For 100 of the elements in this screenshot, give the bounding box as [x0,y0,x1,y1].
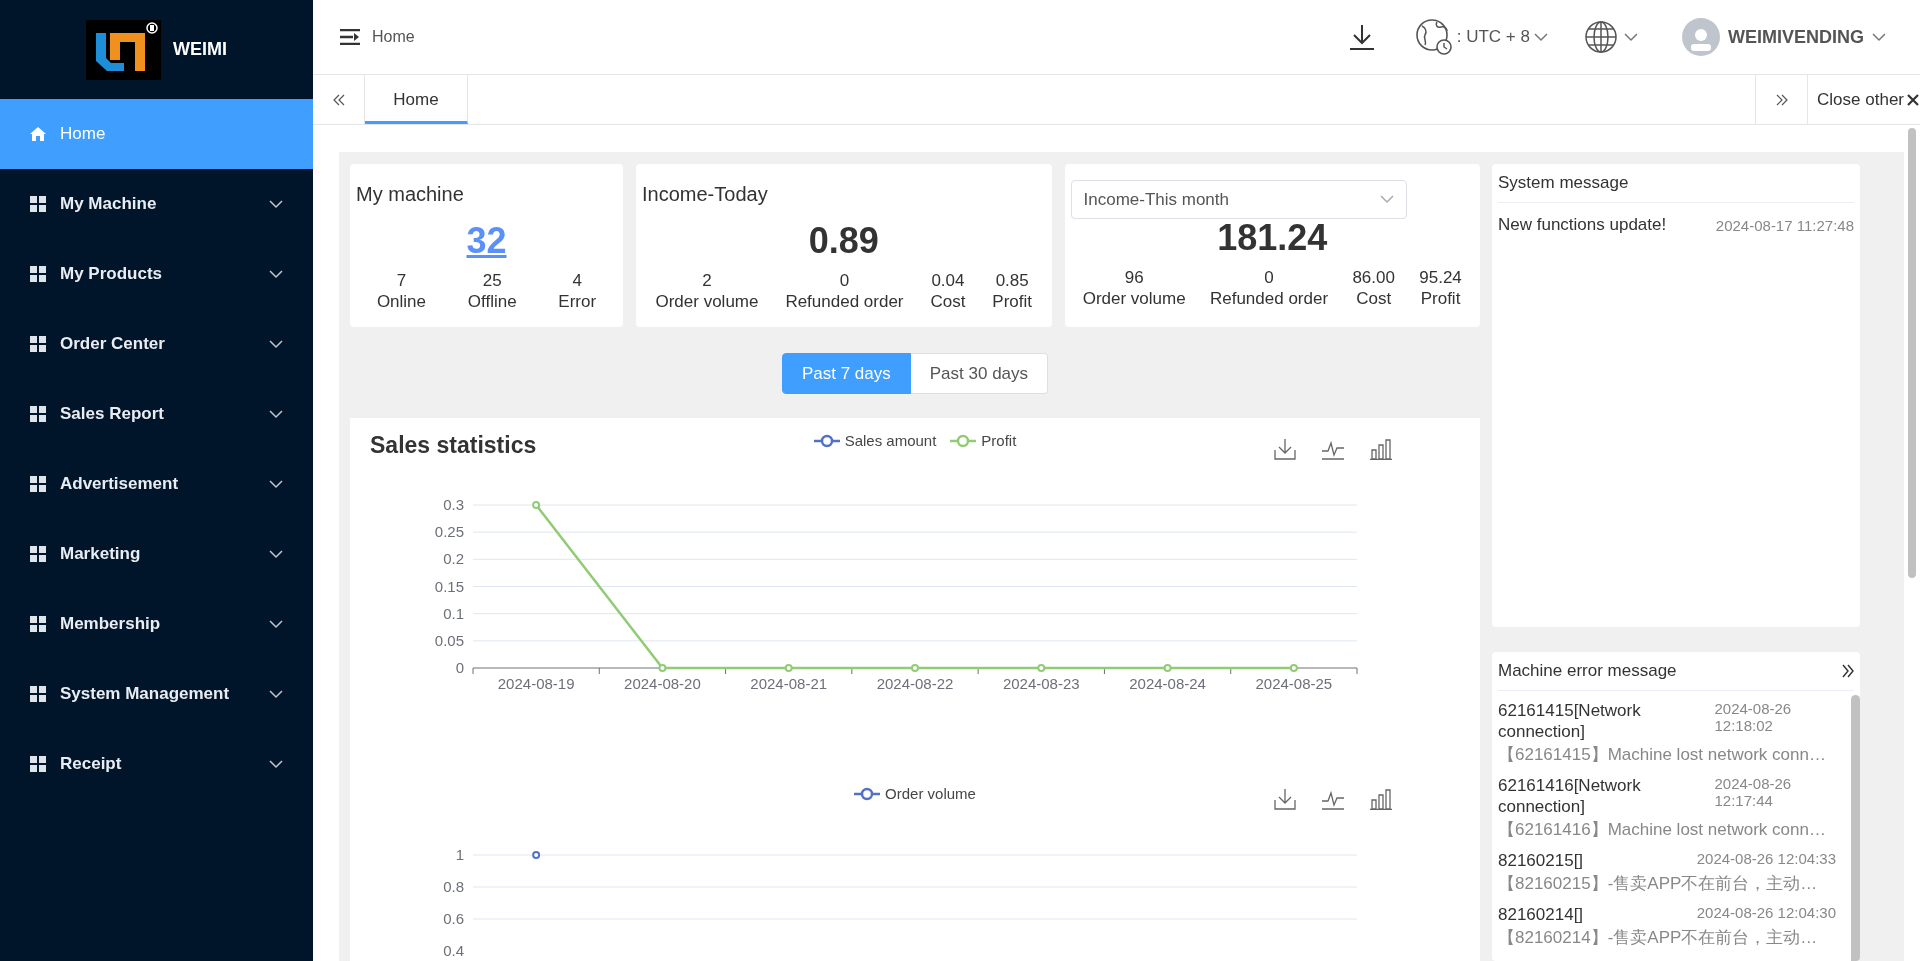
timezone-dropdown[interactable]: : UTC + 8 [1414,18,1548,56]
double-chevron-right-icon[interactable] [1842,664,1854,678]
brand-name: WEIMI [173,39,227,60]
y-tick-label: 0.15 [434,577,464,595]
stat-label: Refunded order [785,291,904,312]
chevron-down-icon [1872,32,1886,42]
grid-icon [30,616,46,632]
stat-value: 86.00 [1352,267,1395,288]
chevron-down-icon [269,339,283,349]
sidebar-item[interactable]: System Management [0,659,313,729]
chevron-down-icon [269,759,283,769]
y-tick-label: 0.05 [434,631,464,649]
error-time: 2024-08-26 12:18:02 [1714,700,1793,734]
chevron-down-icon [1534,32,1548,42]
range-toggle-button[interactable]: Past 30 days [910,353,1049,394]
stat-label: Cost [1355,288,1393,309]
sidebar-item[interactable]: Sales Report [0,379,313,449]
sidebar-item[interactable]: Receipt [0,729,313,799]
x-tick-label: 2024-08-25 [1255,675,1333,692]
grid-icon [30,756,46,772]
chevron-down-icon [269,549,283,559]
stat-value: 25 [481,270,503,291]
data-point [532,851,541,859]
sidebar-item[interactable]: My Machine [0,169,313,239]
bar-chart-icon[interactable] [1370,788,1392,810]
stat-value: 0.85 [994,270,1030,291]
home-icon [30,126,46,142]
close-icon [1906,92,1920,107]
grid-icon [30,266,46,282]
sidebar-item[interactable]: Advertisement [0,449,313,519]
globe-icon [1584,20,1618,54]
stat-label: Order volume [1082,288,1186,309]
data-point [1163,664,1172,672]
grid-icon [30,546,46,562]
close-others-button[interactable]: Close other [1807,75,1920,124]
sidebar-item[interactable]: Marketing [0,519,313,589]
grid-icon [30,336,46,352]
error-detail: 【62161416】Machine lost network conn… [1498,819,1827,841]
stat-label: Online [376,291,426,312]
tab[interactable]: Home [365,75,468,124]
scrollbar-thumb[interactable] [1908,128,1916,578]
stat-label: Refunded order [1209,288,1329,309]
error-time: 2024-08-26 12:04:30 [1696,904,1836,921]
stat-label: Profit [1419,288,1462,309]
download-icon[interactable] [1274,438,1296,460]
chevron-down-icon [269,479,283,489]
user-menu[interactable]: WEIMIVENDING [1682,18,1886,56]
grid-icon [30,196,46,212]
chevron-down-icon [269,689,283,699]
stat-label: Order volume [655,291,759,312]
chevron-down-icon [269,199,283,209]
error-title[interactable]: 62161416[Network connection] [1498,775,1703,817]
data-point [1037,664,1046,672]
panel-title: Sales statistics [370,432,537,459]
message-text[interactable]: New functions update! [1498,215,1667,235]
y-tick-label: 0.25 [434,523,464,541]
stat-value: 0 [1263,267,1275,288]
chevron-down-icon [1379,195,1394,204]
x-tick-label: 2024-08-19 [497,675,575,692]
sidebar-item[interactable]: Order Center [0,309,313,379]
menu-fold-icon[interactable] [340,29,360,45]
grid-icon [30,406,46,422]
grid-icon [30,686,46,702]
card-title: Income-Today [642,184,769,207]
period-select[interactable]: Income-This month [1070,180,1407,219]
stat-label: Offline [467,291,517,312]
chevron-down-icon [1624,32,1638,42]
x-tick-label: 2024-08-23 [1002,675,1080,692]
stat-value: 95.24 [1419,267,1462,288]
sidebar-item[interactable]: Membership [0,589,313,659]
income-amount: 181.24 [1216,219,1329,257]
legend-item[interactable]: Profit [950,432,1017,449]
legend-item[interactable]: Order volume [854,785,976,802]
globe-clock-icon [1414,18,1453,56]
error-detail: 【82160215】-售卖APP不在前台，主动… [1498,873,1819,895]
y-tick-label: 0.1 [443,604,464,622]
error-time: 2024-08-26 12:04:33 [1696,850,1836,867]
download-icon[interactable] [1274,788,1296,810]
data-point [784,664,793,672]
stat-label: Profit [992,291,1032,312]
data-point [532,501,541,509]
sidebar-item[interactable]: My Products [0,239,313,309]
y-tick-label: 0.3 [443,496,464,513]
y-tick-label: 0.6 [443,910,464,927]
error-title[interactable]: 82160214[] [1498,904,1584,925]
error-title[interactable]: 82160215[] [1498,850,1584,871]
stat-value: 96 [1123,267,1145,288]
chevron-down-icon [269,409,283,419]
avatar-icon [1682,18,1720,56]
panel-title: System message [1498,173,1629,193]
x-tick-label: 2024-08-24 [1129,675,1206,692]
stat-value: 2 [701,270,713,291]
stat-value: 0.04 [930,270,966,291]
bar-chart-icon[interactable] [1370,438,1392,460]
double-chevron-right-icon [1775,93,1788,106]
language-dropdown[interactable] [1584,20,1638,54]
x-tick-label: 2024-08-20 [624,675,701,692]
error-title[interactable]: 62161415[Network connection] [1498,700,1703,742]
legend-item[interactable]: Sales amount [813,432,937,449]
grid-icon [30,476,46,492]
